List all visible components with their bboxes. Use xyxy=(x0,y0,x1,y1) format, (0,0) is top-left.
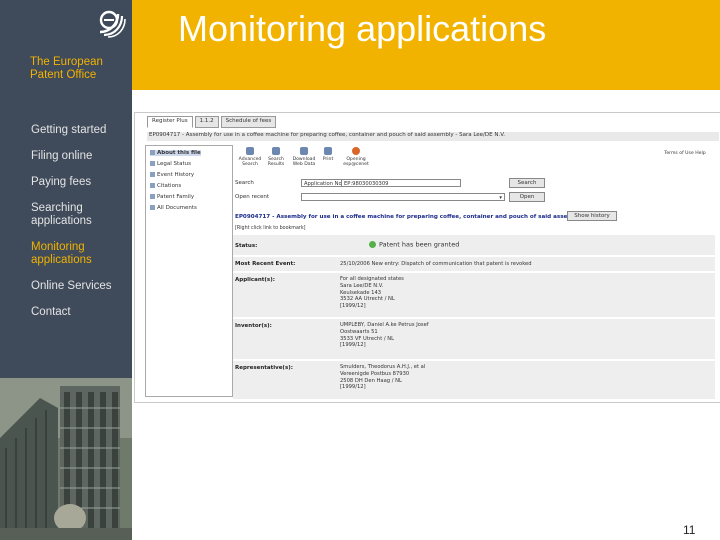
nav-label: Paying fees xyxy=(31,176,92,188)
table-row: Most Recent Event: 25/10/2006 New entry:… xyxy=(233,257,715,271)
status-green-icon xyxy=(369,241,376,248)
nav-label: Online Services xyxy=(31,280,112,292)
application-title: EP0904717 - Assembly for use in a coffee… xyxy=(235,214,583,220)
button-label: Print xyxy=(322,157,334,162)
print-button[interactable]: Print xyxy=(313,147,343,162)
open-button[interactable]: Open xyxy=(509,192,545,202)
register-plus-screenshot: Register Plus 1.1.2 Schedule of fees EP0… xyxy=(134,112,720,403)
nav-legal-status[interactable]: Legal Status xyxy=(150,161,191,167)
button-label: Search Results xyxy=(267,157,285,167)
nav-getting-started[interactable]: Getting started xyxy=(31,124,106,137)
button-label: Download Web Data xyxy=(292,157,316,167)
magnifier-icon xyxy=(246,147,254,155)
download-icon xyxy=(300,147,308,155)
nav-all-documents[interactable]: All Documents xyxy=(150,205,197,211)
nav-label: Getting started xyxy=(31,124,107,136)
row-label: Most Recent Event: xyxy=(235,261,296,267)
table-row: Inventor(s): UMPLEBY, Daniel A.ke Petrus… xyxy=(233,319,715,359)
nav-filing-online[interactable]: Filing online xyxy=(31,150,92,163)
open-recent-label: Open recent xyxy=(235,194,270,200)
nav-online-services[interactable]: Online Services xyxy=(31,280,112,293)
page-icon xyxy=(150,183,155,188)
org-name-line2: Patent Office xyxy=(30,69,97,81)
row-value: Smulders, Theodorus A.H.J., et al Vereen… xyxy=(340,364,426,391)
nav-label: Monitoring xyxy=(31,241,85,253)
button-label: Advanced Search xyxy=(238,157,262,167)
row-value: UMPLEBY, Daniel A.ke Petrus Josef Oostwa… xyxy=(340,322,429,349)
page-title: Monitoring applications xyxy=(178,8,547,49)
row-label: Representative(s): xyxy=(235,365,293,371)
nav-label: Filing online xyxy=(31,150,93,162)
file-navigation-pane: About this file Legal Status Event Histo… xyxy=(145,145,233,397)
nav-searching-applications[interactable]: Searching applications xyxy=(31,202,92,228)
page-icon xyxy=(150,150,155,155)
row-value: For all designated states Sara Lee/DE N.… xyxy=(340,276,404,310)
nav-patent-family[interactable]: Patent Family xyxy=(150,194,194,200)
list-icon xyxy=(272,147,280,155)
show-history-button[interactable]: Show history xyxy=(567,211,617,221)
nav-label: applications xyxy=(31,254,92,266)
nav-monitoring-applications[interactable]: Monitoring applications xyxy=(31,241,92,267)
row-value: 25/10/2006 New entry: Dispatch of commun… xyxy=(340,261,532,267)
page-icon xyxy=(150,194,155,199)
item-label: Patent Family xyxy=(157,194,195,200)
nav-event-history[interactable]: Event History xyxy=(150,172,194,178)
building-photo xyxy=(0,378,132,540)
org-name-line1: The European xyxy=(30,56,103,68)
item-label: Citations xyxy=(157,183,182,189)
nav-label: Contact xyxy=(31,306,71,318)
item-label: About this file xyxy=(157,150,201,156)
nav-about-this-file[interactable]: About this file xyxy=(150,150,201,156)
org-name: The European Patent Office xyxy=(30,56,103,82)
tab-register-plus[interactable]: Register Plus xyxy=(147,116,193,128)
status-value: Patent has been granted xyxy=(379,240,460,249)
terms-help-links[interactable]: Terms of Use Help xyxy=(655,151,715,156)
page-icon xyxy=(150,172,155,177)
row-label: Inventor(s): xyxy=(235,323,272,329)
item-label: Legal Status xyxy=(157,161,192,167)
document-title-bar: EP0904717 - Assembly for use in a coffee… xyxy=(147,132,719,141)
button-label: Opening esp@cenet xyxy=(343,157,369,167)
table-row: Status: Patent has been granted xyxy=(233,235,715,255)
printer-icon xyxy=(324,147,332,155)
epo-logo-icon xyxy=(99,10,126,38)
nav-paying-fees[interactable]: Paying fees xyxy=(31,176,91,189)
item-label: Event History xyxy=(157,172,195,178)
links-label: Terms of Use Help xyxy=(664,151,706,156)
nav-label: applications xyxy=(31,215,92,227)
nav-contact[interactable]: Contact xyxy=(31,306,71,319)
row-label: Status: xyxy=(235,243,258,249)
tab-version[interactable]: 1.1.2 xyxy=(194,116,219,128)
open-espacenet-button[interactable]: Opening esp@cenet xyxy=(341,147,371,167)
search-button[interactable]: Search xyxy=(509,178,545,188)
register-tabs: Register Plus 1.1.2 Schedule of fees xyxy=(147,116,277,128)
page-icon xyxy=(150,161,155,166)
nav-citations[interactable]: Citations xyxy=(150,183,181,189)
page-icon xyxy=(150,205,155,210)
search-results-button[interactable]: Search Results xyxy=(261,147,291,167)
table-row: Applicant(s): For all designated states … xyxy=(233,273,715,317)
logo-area: The European Patent Office xyxy=(0,0,132,90)
tab-schedule-of-fees[interactable]: Schedule of fees xyxy=(220,116,277,128)
bookmark-hint: [Right click link to bookmark] xyxy=(235,226,306,231)
open-recent-select[interactable]: ▾ xyxy=(301,193,505,201)
page-number: 11 xyxy=(683,523,696,537)
register-toolbar: Advanced Search Search Results Download … xyxy=(235,147,715,169)
espacenet-icon xyxy=(352,147,360,155)
row-label: Applicant(s): xyxy=(235,277,275,283)
search-input[interactable]: EP:98030030309 xyxy=(341,179,461,187)
chevron-down-icon: ▾ xyxy=(499,195,502,201)
table-row: Representative(s): Smulders, Theodorus A… xyxy=(233,361,715,399)
item-label: All Documents xyxy=(157,205,197,211)
search-label: Search xyxy=(235,180,254,186)
nav-label: Searching xyxy=(31,202,83,214)
